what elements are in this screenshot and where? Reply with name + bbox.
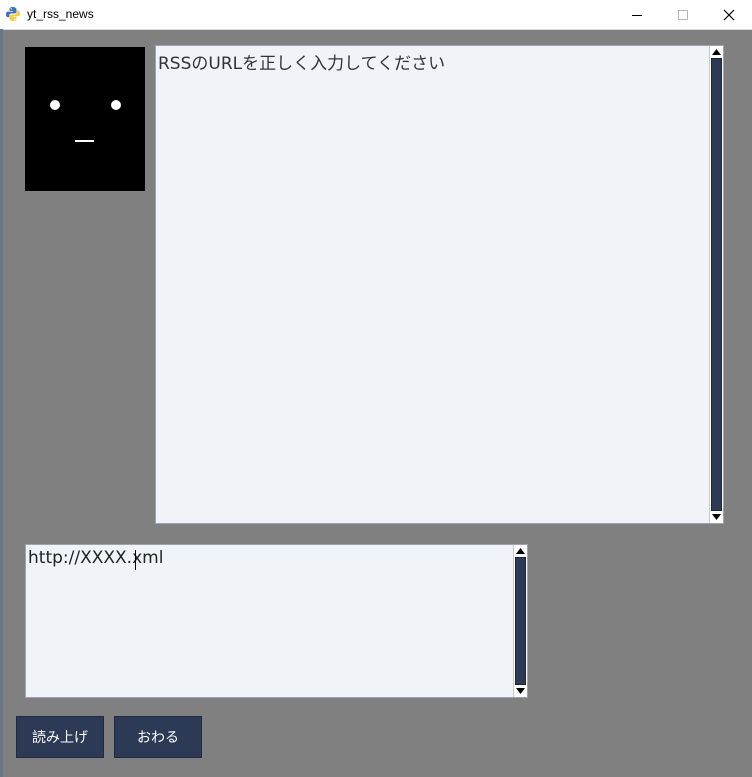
arrow-down-icon: [712, 514, 721, 520]
url-input-value: http://XXXX.xml: [28, 548, 164, 568]
window-frame: [0, 29, 3, 777]
scroll-thumb[interactable]: [515, 557, 526, 685]
minimize-icon: [632, 14, 642, 16]
avatar: [25, 47, 145, 191]
quit-button[interactable]: おわる: [114, 716, 202, 758]
mouth: [75, 140, 94, 142]
text-caret: [135, 550, 136, 570]
url-input-textarea[interactable]: http://XXXX.xml: [25, 544, 528, 698]
right-eye: [111, 100, 121, 110]
arrow-up-icon: [712, 49, 721, 55]
left-eye: [50, 100, 60, 110]
maximize-button[interactable]: [660, 0, 706, 29]
python-icon: [6, 7, 20, 21]
arrow-up-icon: [516, 548, 525, 554]
scroll-up-button[interactable]: [515, 546, 526, 556]
output-text: RSSのURLを正しく入力してください: [158, 54, 446, 74]
input-scrollbar[interactable]: [513, 545, 527, 697]
scroll-down-button[interactable]: [711, 512, 722, 522]
window-title: yt_rss_news: [27, 7, 94, 21]
close-icon: [723, 9, 735, 20]
output-textarea[interactable]: RSSのURLを正しく入力してください: [155, 45, 724, 524]
arrow-down-icon: [516, 688, 525, 694]
minimize-button[interactable]: [614, 0, 660, 29]
scroll-thumb[interactable]: [711, 58, 722, 511]
title-bar: yt_rss_news: [0, 0, 752, 30]
scroll-up-button[interactable]: [711, 47, 722, 57]
scroll-down-button[interactable]: [515, 686, 526, 696]
maximize-icon: [678, 9, 688, 20]
close-button[interactable]: [706, 0, 752, 29]
read-aloud-button[interactable]: 読み上げ: [16, 716, 104, 758]
output-scrollbar[interactable]: [709, 46, 723, 523]
